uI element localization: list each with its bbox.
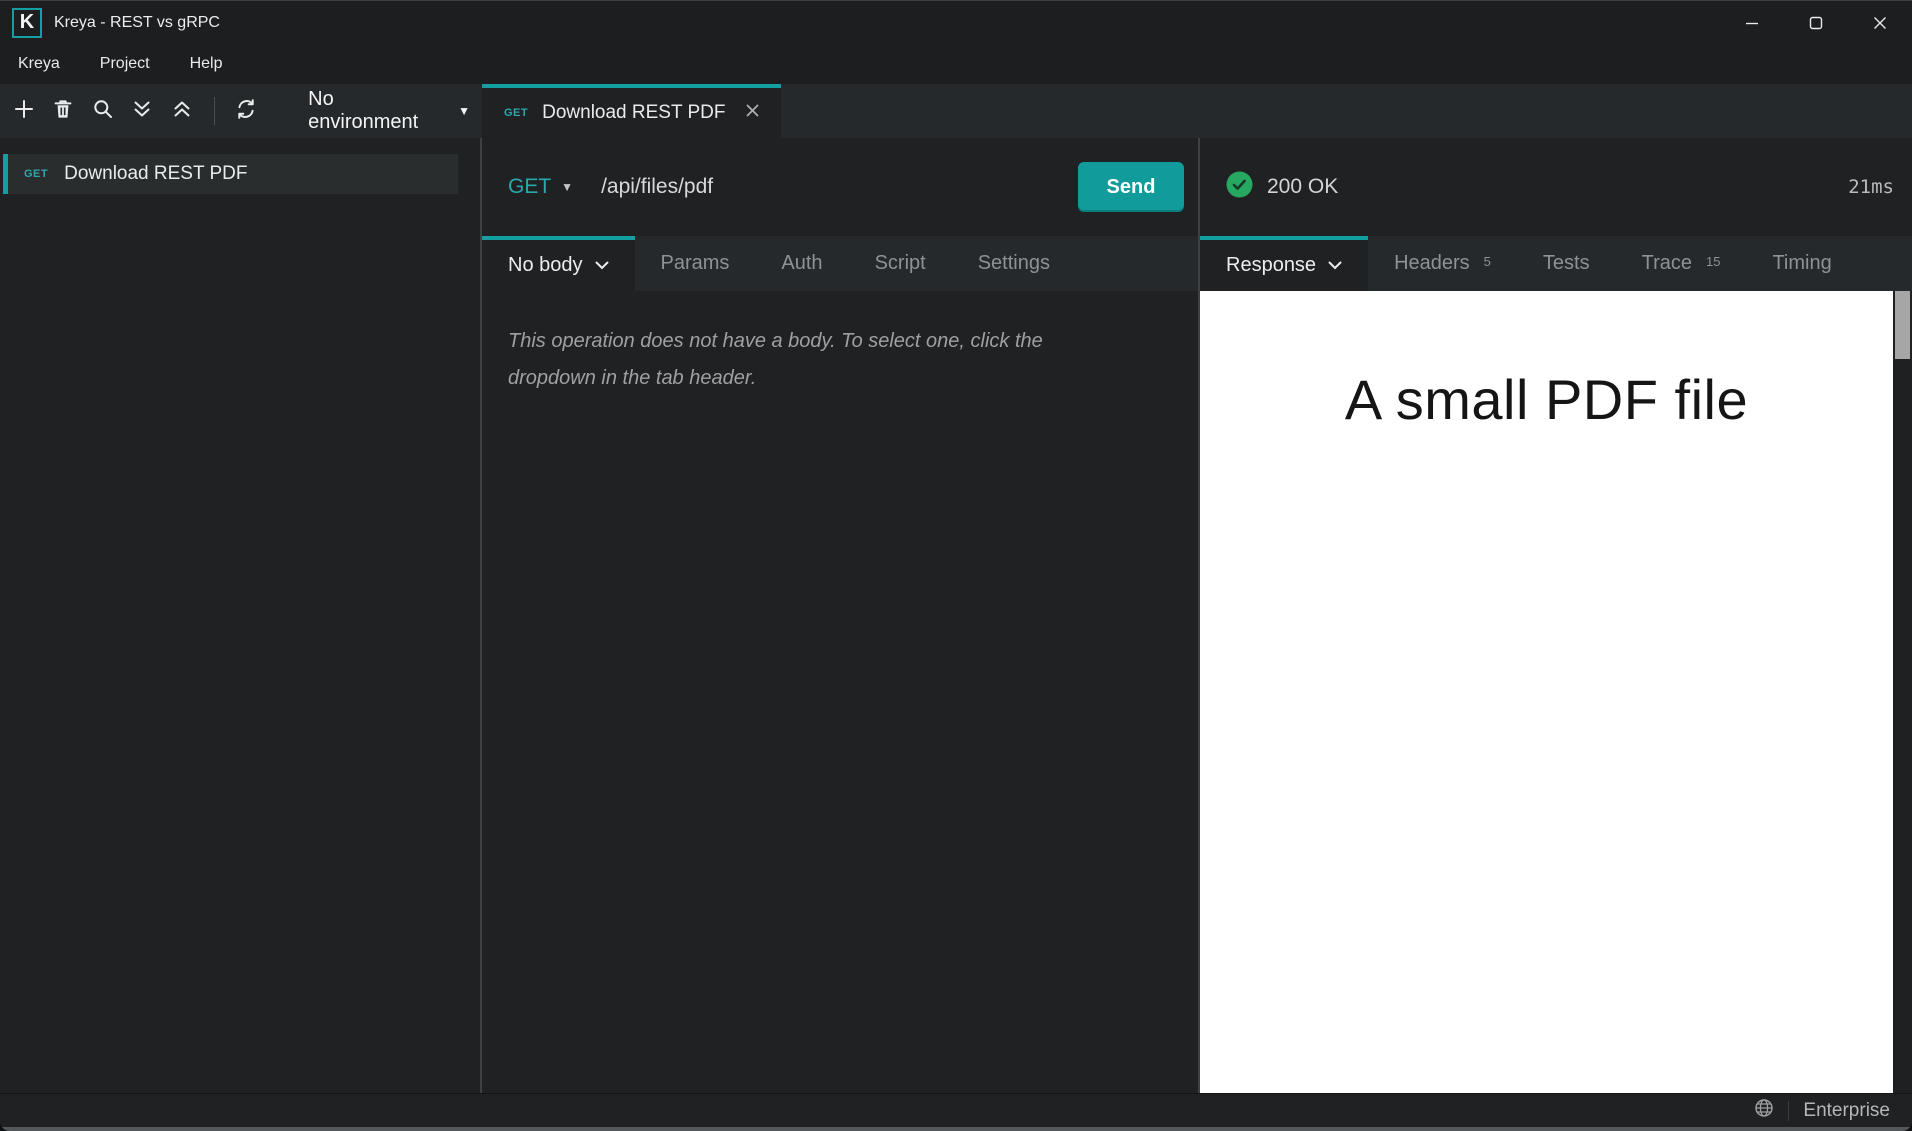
response-duration: 21ms	[1848, 176, 1894, 198]
document-tab-strip: GET Download REST PDF	[482, 84, 1912, 138]
tab-tests[interactable]: Tests	[1517, 236, 1616, 291]
trash-icon	[52, 98, 74, 125]
tab-label: Response	[1226, 254, 1317, 276]
method-label: GET	[508, 175, 552, 198]
main-area: GET Download REST PDF GET ▼ /api/files/p…	[0, 138, 1912, 1093]
tab-label: No body	[508, 254, 583, 276]
statusbar-separator	[1788, 1100, 1790, 1121]
window-title: Kreya - REST vs gRPC	[54, 13, 220, 31]
tab-trace[interactable]: Trace 15	[1616, 236, 1747, 291]
menu-help[interactable]: Help	[190, 55, 223, 73]
maximize-icon	[1809, 16, 1823, 30]
toolbar-separator	[213, 97, 215, 125]
success-check-icon	[1226, 171, 1253, 203]
tab-label: Auth	[781, 252, 823, 274]
pdf-preview-page: A small PDF file	[1200, 291, 1893, 1093]
menu-bar: Kreya Project Help	[0, 44, 1912, 84]
scrollbar-thumb[interactable]	[1895, 291, 1910, 359]
add-operation-button[interactable]	[12, 99, 36, 123]
menu-project[interactable]: Project	[100, 55, 150, 73]
delete-button[interactable]	[52, 99, 76, 123]
tab-close-button[interactable]	[746, 104, 759, 122]
status-code: 200 OK	[1267, 175, 1339, 198]
top-band: No environment ▼ GET Download REST PDF	[0, 84, 1912, 138]
status-bar: Enterprise	[0, 1093, 1912, 1127]
response-status-row: 200 OK 21ms	[1200, 138, 1912, 236]
refresh-icon	[235, 98, 257, 125]
tab-response[interactable]: Response	[1200, 236, 1369, 291]
url-row: GET ▼ /api/files/pdf Send	[482, 138, 1198, 236]
tab-timing[interactable]: Timing	[1746, 236, 1857, 291]
tab-settings[interactable]: Settings	[952, 236, 1076, 291]
sidebar-item-download-rest-pdf[interactable]: GET Download REST PDF	[3, 154, 458, 194]
license-label: Enterprise	[1803, 1099, 1890, 1121]
window-controls	[1720, 1, 1912, 44]
collapse-all-button[interactable]	[170, 99, 194, 123]
tab-title: Download REST PDF	[542, 102, 726, 123]
preview-scrollbar[interactable]	[1893, 291, 1912, 1093]
sidebar-toolbar: No environment ▼	[0, 84, 482, 138]
maximize-button[interactable]	[1784, 1, 1848, 44]
refresh-button[interactable]	[235, 98, 259, 125]
chevron-down-icon	[595, 261, 609, 270]
pdf-document-text: A small PDF file	[1344, 368, 1749, 431]
minimize-button[interactable]	[1720, 1, 1784, 44]
tab-label: Tests	[1542, 252, 1590, 274]
operations-sidebar: GET Download REST PDF	[0, 138, 482, 1093]
globe-icon[interactable]	[1754, 1098, 1774, 1123]
search-button[interactable]	[91, 99, 115, 123]
tab-label: Settings	[977, 252, 1050, 274]
tab-script[interactable]: Script	[849, 236, 952, 291]
kreya-logo-icon: K	[12, 7, 42, 38]
operation-name: Download REST PDF	[64, 163, 248, 184]
tab-auth[interactable]: Auth	[755, 236, 848, 291]
response-panel: 200 OK 21ms Response Headers 5 Tests Tra…	[1200, 138, 1912, 1093]
tab-label: Headers	[1394, 252, 1470, 274]
chevron-down-icon: ▼	[561, 180, 574, 194]
chevron-down-icon	[1328, 261, 1342, 270]
environment-dropdown[interactable]: No environment ▼	[308, 88, 470, 134]
response-tab-strip: Response Headers 5 Tests Trace 15 Timing	[1200, 236, 1912, 291]
tab-badge: 5	[1483, 254, 1491, 269]
url-input[interactable]: /api/files/pdf	[601, 175, 1064, 199]
app-window: K Kreya - REST vs gRPC Kreya Project Hel…	[0, 0, 1912, 1131]
double-chevron-up-icon	[171, 98, 193, 125]
method-dropdown[interactable]: GET ▼	[508, 175, 573, 199]
tab-label: Script	[874, 252, 926, 274]
window-bottom-edge	[0, 1127, 1912, 1131]
send-button[interactable]: Send	[1078, 162, 1184, 212]
request-panel: GET ▼ /api/files/pdf Send No body Params	[482, 138, 1200, 1093]
minimize-icon	[1745, 16, 1759, 30]
search-icon	[92, 98, 114, 125]
close-icon	[1873, 16, 1887, 30]
tab-badge: 15	[1705, 254, 1721, 269]
request-tab-strip: No body Params Auth Script Settings	[482, 236, 1198, 291]
tab-no-body[interactable]: No body	[482, 236, 635, 291]
method-badge: GET	[24, 168, 49, 180]
tab-method-badge: GET	[504, 107, 529, 119]
double-chevron-down-icon	[131, 98, 153, 125]
tab-label: Params	[660, 252, 730, 274]
response-preview: A small PDF file	[1200, 291, 1912, 1093]
tab-params[interactable]: Params	[635, 236, 756, 291]
tab-download-rest-pdf[interactable]: GET Download REST PDF	[482, 84, 781, 138]
no-body-hint: This operation does not have a body. To …	[508, 330, 1043, 389]
close-icon	[746, 104, 759, 122]
close-button[interactable]	[1848, 1, 1912, 44]
tab-label: Trace	[1641, 252, 1692, 274]
tab-headers[interactable]: Headers 5	[1368, 236, 1517, 291]
plus-icon	[13, 98, 35, 125]
title-bar: K Kreya - REST vs gRPC	[0, 0, 1912, 44]
menu-kreya[interactable]: Kreya	[18, 55, 60, 73]
chevron-down-icon: ▼	[458, 104, 471, 118]
expand-all-button[interactable]	[131, 99, 155, 123]
environment-label: No environment	[308, 88, 419, 133]
tab-label: Timing	[1772, 252, 1832, 274]
